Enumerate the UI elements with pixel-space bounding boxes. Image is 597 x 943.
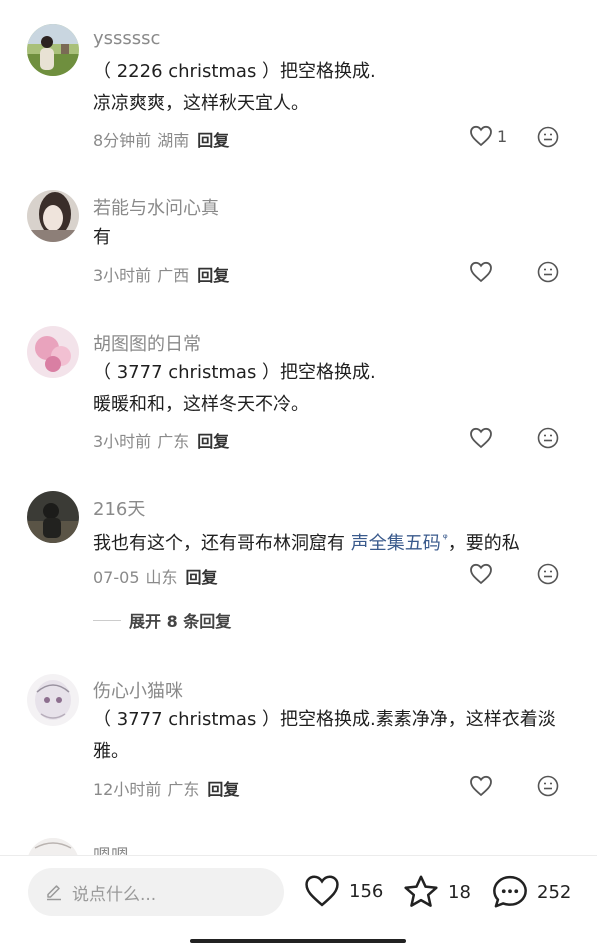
avatar[interactable] <box>27 24 79 76</box>
comment-text: 我也有这个，还有哥布林洞窟有 <box>93 533 351 554</box>
comment-time: 3小时前 <box>93 432 152 451</box>
comment-text-line: 有 <box>93 227 111 248</box>
reply-button[interactable]: 回复 <box>197 432 229 451</box>
avatar[interactable] <box>27 838 79 855</box>
heart-icon <box>470 125 492 147</box>
favorite-button[interactable]: 18 <box>402 874 471 910</box>
emoji-reaction-button[interactable] <box>537 563 559 589</box>
emoji-reaction-button[interactable] <box>537 427 559 453</box>
comment-feed[interactable]: ysssssc （ 2226 christmas ）把空格换成. 凉凉爽爽，这样… <box>0 0 597 855</box>
comment-input-placeholder: 说点什么... <box>72 884 157 905</box>
like-button[interactable]: 1 <box>469 125 507 147</box>
comment-location: 广西 <box>157 266 190 285</box>
comment-text-line: 暖暖和和，这样冬天不冷。 <box>93 394 309 415</box>
username[interactable]: 胡图图的日常 <box>93 330 201 356</box>
comment-text-line: （ 3777 christmas ）把空格换成.素素净净，这样衣着淡 <box>93 709 556 730</box>
heart-icon <box>470 427 492 449</box>
comment-text-line: 我也有这个，还有哥布林洞窟有 声全集五码 ᵠ，要的私 <box>93 522 520 560</box>
comment-text-line: （ 2226 christmas ）把空格换成. <box>93 61 376 82</box>
username[interactable]: 若能与水问心真 <box>93 194 219 220</box>
comment-meta: 8分钟前 湖南 回复 <box>93 127 229 151</box>
username[interactable]: ysssssc <box>93 28 160 49</box>
comment-location: 广东 <box>157 432 190 451</box>
heart-icon <box>470 775 492 797</box>
comment-meta: 3小时前 广东 回复 <box>93 428 229 452</box>
username[interactable]: 216天 <box>93 495 145 521</box>
reply-button[interactable]: 回复 <box>197 266 229 285</box>
like-count: 1 <box>497 126 508 146</box>
username[interactable]: 嗯嗯 <box>93 842 129 855</box>
comment-meta: 3小时前 广西 回复 <box>93 262 229 286</box>
comments-button[interactable]: 252 <box>491 874 571 910</box>
search-keyword-link[interactable]: 声全集五码 <box>351 533 441 554</box>
smiley-icon <box>537 775 559 797</box>
star-icon <box>404 875 438 907</box>
comment-text-line: 雅。 <box>93 741 129 762</box>
avatar[interactable] <box>27 674 79 726</box>
like-post-button[interactable]: 156 <box>303 874 383 908</box>
smiley-icon <box>537 563 559 585</box>
username[interactable]: 伤心小猫咪 <box>93 677 183 703</box>
reply-button[interactable]: 回复 <box>186 568 218 587</box>
pencil-icon <box>47 885 61 901</box>
expand-replies-label: 展开 8 条回复 <box>129 612 232 631</box>
comment-meta: 12小时前 广东 回复 <box>93 776 239 800</box>
comment-text-line: （ 3777 christmas ）把空格换成. <box>93 362 376 383</box>
reply-button[interactable]: 回复 <box>197 131 229 150</box>
comment-time: 8分钟前 <box>93 131 152 150</box>
comment-count: 252 <box>537 881 572 903</box>
comment-meta: 07-05 山东 回复 <box>93 564 218 588</box>
comment-location: 山东 <box>145 568 178 587</box>
expand-replies-button[interactable]: 展开 8 条回复 <box>93 608 231 632</box>
smiley-icon <box>537 261 559 283</box>
smiley-icon <box>537 427 559 449</box>
comment-location: 广东 <box>167 780 200 799</box>
comment-time: 3小时前 <box>93 266 152 285</box>
comment-location: 湖南 <box>157 131 190 150</box>
avatar[interactable] <box>27 491 79 543</box>
heart-icon <box>470 261 492 283</box>
like-button[interactable] <box>469 427 493 449</box>
favorite-count: 18 <box>448 881 471 903</box>
avatar[interactable] <box>27 190 79 242</box>
heart-icon <box>470 563 492 585</box>
home-indicator[interactable] <box>190 939 406 943</box>
comment-time: 07-05 <box>93 568 140 587</box>
comment-bubble-icon <box>493 875 527 908</box>
comment-time: 12小时前 <box>93 780 162 799</box>
smiley-icon <box>537 126 559 148</box>
like-button[interactable] <box>469 563 493 585</box>
reply-button[interactable]: 回复 <box>207 780 239 799</box>
heart-icon <box>305 875 339 907</box>
avatar[interactable] <box>27 326 79 378</box>
emoji-reaction-button[interactable] <box>537 261 559 287</box>
like-button[interactable] <box>469 775 493 797</box>
comment-text-line: 凉凉爽爽，这样秋天宜人。 <box>93 93 309 114</box>
divider <box>93 619 121 621</box>
like-button[interactable] <box>469 261 493 283</box>
emoji-reaction-button[interactable] <box>537 775 559 801</box>
emoji-reaction-button[interactable] <box>537 126 559 152</box>
like-count: 156 <box>349 880 384 902</box>
comment-text: ，要的私 <box>447 533 520 554</box>
bottom-action-bar: 说点什么... 156 18 252 <box>0 856 597 943</box>
comment-input[interactable]: 说点什么... <box>28 868 284 916</box>
